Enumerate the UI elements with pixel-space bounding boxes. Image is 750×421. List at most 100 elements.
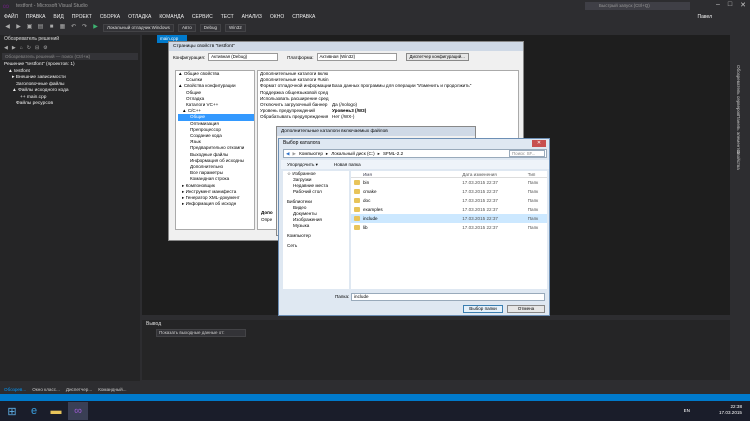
menu-test[interactable]: ТЕСТ (221, 14, 234, 20)
file-row[interactable]: cmake 17.03.2015 22:37 Папк (351, 187, 547, 196)
select-folder-button[interactable]: Выбор папки (463, 305, 503, 313)
tab-team-explorer[interactable]: Командный... (98, 387, 126, 392)
new-folder-button[interactable]: Новая папка (334, 162, 361, 167)
clock-date: 17.03.2015 (719, 410, 742, 415)
maximize-icon[interactable]: □ (728, 1, 732, 9)
solution-explorer-toolbar: ◀ ▶ ⌂ ↻ ⊟ ⚙ (0, 43, 140, 53)
collapse-icon[interactable]: ⊟ (35, 45, 39, 51)
debugger-select[interactable]: Локальный отладчик Windows (103, 23, 174, 32)
solution-explorer-search-input[interactable]: Обозреватель решений — поиск (Ctrl+ж) (2, 53, 138, 60)
organize-button[interactable]: Упорядочить ▾ (287, 162, 318, 168)
output-source-select[interactable]: Показать выходные данные от: (156, 329, 246, 337)
new-project-icon[interactable]: ▣ (26, 24, 33, 31)
file-row[interactable]: examples 17.03.2015 22:37 Папк (351, 205, 547, 214)
menu-edit[interactable]: ПРАВКА (26, 14, 46, 20)
minimize-icon[interactable]: – (716, 1, 720, 9)
undo-icon[interactable]: ↶ (70, 24, 77, 31)
window-title: testfont - Microsoft Visual Studio (16, 3, 88, 9)
server-explorer-tab[interactable]: Обозреватель серверов (736, 65, 741, 115)
refresh-icon[interactable]: ↻ (27, 45, 31, 51)
menu-view[interactable]: ВИД (53, 14, 63, 20)
platform-select[interactable]: Win32 (225, 23, 246, 32)
path-segment[interactable]: Компьютер (299, 151, 323, 156)
path-segment[interactable]: SFML-2.2 (383, 151, 403, 156)
redo-icon[interactable]: ↷ (81, 24, 88, 31)
toolbox-tab[interactable]: Панель элементов (736, 115, 741, 154)
tree-item[interactable]: Файлы ресурсов (4, 101, 140, 108)
close-icon[interactable]: ✕ (532, 140, 546, 147)
nav-item-network[interactable]: Сеть (287, 243, 349, 249)
clock[interactable]: 22:38 17.03.2015 (719, 404, 742, 416)
chevron-right-icon: ▸ (325, 150, 329, 156)
window-controls: – □ ✕ (716, 1, 746, 9)
start-button-icon[interactable]: ⊞ (2, 402, 22, 420)
menu-analyze[interactable]: АНАЛИЗ (242, 14, 262, 20)
platform-label: Платформа: (287, 54, 314, 60)
internet-explorer-icon[interactable]: e (24, 402, 44, 420)
address-bar[interactable]: ◀ ▶ Компьютер ▸ Локальный диск (C:) ▸ SF… (283, 149, 547, 158)
menu-project[interactable]: ПРОЕКТ (72, 14, 92, 20)
properties-icon[interactable]: ⚙ (43, 45, 47, 51)
close-icon[interactable]: ✕ (740, 1, 746, 9)
forward-icon[interactable]: ▶ (15, 24, 22, 31)
folder-name-input[interactable]: include (351, 293, 545, 301)
folder-icon (354, 207, 360, 212)
tab-solution-explorer[interactable]: Обозрев... (4, 387, 26, 392)
right-tool-strip: Обозреватель серверов Панель элементов С… (732, 35, 750, 385)
solution-explorer-title: Обозреватель решений (4, 36, 60, 42)
menu-window[interactable]: ОКНО (270, 14, 284, 20)
back-icon[interactable]: ◀ (4, 45, 8, 51)
tab-property-manager[interactable]: Диспетчер... (66, 387, 92, 392)
column-date[interactable]: Дата изменения (462, 171, 528, 177)
menu-help[interactable]: СПРАВКА (292, 14, 315, 20)
tab-class-view[interactable]: Окно класс... (32, 387, 60, 392)
menu-tools[interactable]: СЕРВИС (192, 14, 213, 20)
configuration-label: Конфигурация: (173, 54, 206, 60)
configuration-dropdown[interactable]: Активная (Debug) (208, 53, 279, 61)
navigation-pane: ☆ Избранное Загрузки Недавние места Рабо… (283, 171, 349, 289)
menu-file[interactable]: ФАЙЛ (4, 14, 18, 20)
menu-build[interactable]: СБОРКА (100, 14, 120, 20)
user-name[interactable]: Павел (697, 14, 712, 20)
column-type[interactable]: Тип (528, 171, 547, 177)
save-icon[interactable]: ■ (48, 24, 55, 31)
column-name[interactable]: Имя (351, 171, 462, 177)
properties-tab[interactable]: Свойства (736, 150, 741, 170)
select-folder-dialog: Выбор каталога ✕ ◀ ▶ Компьютер ▸ Локальн… (278, 138, 550, 316)
back-icon[interactable]: ◀ (4, 24, 11, 31)
output-panel: Вывод Показать выходные данные от: (142, 320, 730, 380)
open-icon[interactable]: ▤ (37, 24, 44, 31)
file-row[interactable]: lib 17.03.2015 22:37 Папк (351, 223, 547, 232)
menu-debug[interactable]: ОТЛАДКА (128, 14, 151, 20)
folder-icon (354, 189, 360, 194)
configuration-manager-button[interactable]: Диспетчер конфигураций... (405, 53, 469, 61)
folder-icon (354, 216, 360, 221)
explorer-folder-icon[interactable]: ▬ (46, 402, 66, 420)
file-row[interactable]: bin 17.03.2015 22:37 Папк (351, 178, 547, 187)
visual-studio-icon[interactable]: ∞ (68, 402, 88, 420)
file-row-selected[interactable]: include 17.03.2015 22:37 Папк (351, 214, 547, 223)
forward-icon[interactable]: ▶ (293, 151, 297, 157)
start-icon[interactable]: ▶ (92, 24, 99, 31)
forward-icon[interactable]: ▶ (12, 45, 16, 51)
quick-launch-input[interactable]: Быстрый запуск (Ctrl+Q) (585, 2, 690, 10)
home-icon[interactable]: ⌂ (20, 45, 23, 51)
file-row[interactable]: doc 17.03.2015 22:37 Папк (351, 196, 547, 205)
folder-search-input[interactable]: Поиск: SF... (509, 150, 545, 157)
back-icon[interactable]: ◀ (286, 151, 290, 157)
menu-team[interactable]: КОМАНДА (159, 14, 184, 20)
property-row[interactable]: Обрабатывать предупреждения Нет (/WX-) (260, 114, 518, 120)
title-bar: ∞ testfont - Microsoft Visual Studio Быс… (0, 0, 750, 12)
language-indicator[interactable]: EN (684, 408, 690, 413)
dialog-footer: Папка: include Выбор папки Отмена (283, 291, 547, 315)
cancel-button[interactable]: Отмена (507, 305, 545, 313)
auto-select[interactable]: Авто (177, 23, 196, 32)
platform-dropdown[interactable]: Активная (Win32) (316, 53, 397, 61)
save-all-icon[interactable]: ▦ (59, 24, 66, 31)
path-segment[interactable]: Локальный диск (C:) (331, 151, 374, 156)
configuration-select[interactable]: Debug (199, 23, 222, 32)
property-description-text: Опре (261, 217, 273, 222)
tree-item[interactable]: ▸ Информация об исходн (178, 201, 254, 207)
tree-item[interactable]: Предварительно откомпи (178, 145, 254, 151)
toolbar: ◀ ▶ ▣ ▤ ■ ▦ ↶ ↷ ▶ Локальный отладчик Win… (0, 22, 750, 33)
